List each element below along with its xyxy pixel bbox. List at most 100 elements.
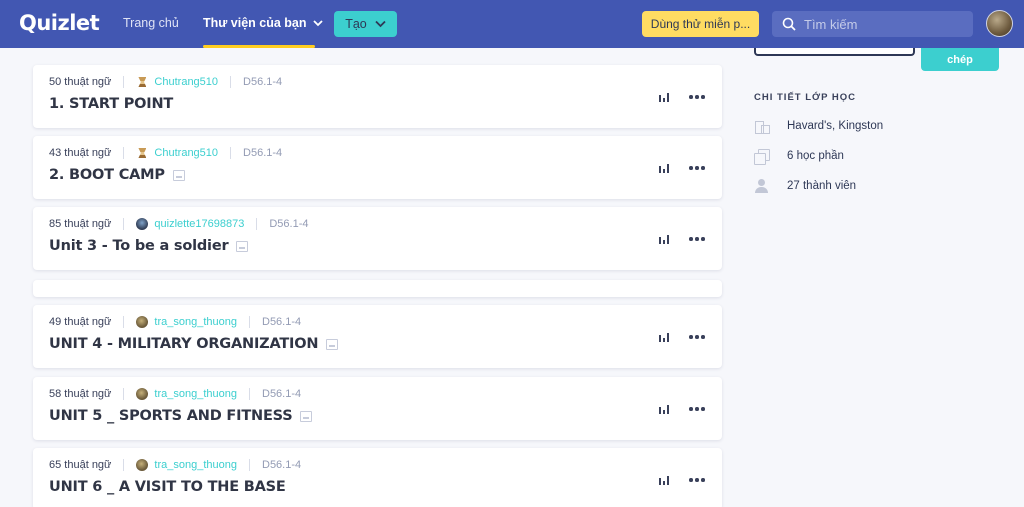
creator-username: quizlette17698873 [154, 218, 245, 230]
class-name: D56.1-4 [243, 76, 283, 88]
chevron-down-icon [312, 20, 323, 27]
creator-link[interactable]: tra_song_thuong [136, 459, 237, 471]
nav-home-link[interactable]: Trang chủ [123, 16, 179, 30]
more-options-icon[interactable] [689, 95, 705, 99]
creator-link[interactable]: Chutrang510 [136, 147, 218, 159]
top-navigation-bar: Quizlet Trang chủ Thư viện của bạn Tạo D… [0, 0, 1024, 48]
creator-avatar [136, 218, 149, 230]
more-options-icon[interactable] [689, 335, 705, 339]
stats-icon[interactable] [659, 332, 671, 342]
free-trial-button[interactable]: Dùng thử miễn p... [642, 11, 759, 37]
creator-avatar [136, 76, 149, 88]
active-tab-indicator [203, 45, 315, 48]
stats-icon[interactable] [659, 163, 671, 173]
term-count: 85 thuật ngữ [49, 218, 112, 230]
divider [123, 147, 125, 159]
creator-avatar [136, 388, 149, 400]
creator-link[interactable]: tra_song_thuong [136, 316, 237, 328]
study-set-meta: 50 thuật ngữ Chutrang510 D56.1-4 [49, 76, 282, 88]
members-count-text: 27 thành viên [787, 180, 857, 192]
copy-link-input[interactable] [754, 48, 915, 56]
more-options-icon[interactable] [689, 407, 705, 411]
study-set-title[interactable]: UNIT 6 _ A VISIT TO THE BASE [49, 479, 286, 495]
divider [249, 459, 250, 471]
image-icon [236, 240, 249, 252]
empty-card [33, 280, 722, 297]
more-options-icon[interactable] [689, 478, 705, 482]
study-set-card[interactable]: 65 thuật ngữ tra_song_thuong D56.1-4 UNIT 6… [33, 448, 722, 507]
divider [249, 316, 250, 328]
study-set-title-text: 2. BOOT CAMP [49, 167, 165, 183]
study-set-meta: 85 thuật ngữ quizlette17698873 D56.1-4 [49, 218, 308, 230]
study-set-title-text: 1. START POINT [49, 96, 174, 112]
study-set-card[interactable]: 49 thuật ngữ tra_song_thuong D56.1-4 UNIT 4… [33, 305, 722, 368]
study-set-card[interactable]: 58 thuật ngữ tra_song_thuong D56.1-4 UNIT 5… [33, 377, 722, 440]
study-set-card[interactable]: 50 thuật ngữ Chutrang510 D56.1-4 1. START P… [33, 65, 722, 128]
create-button-label: Tạo [345, 17, 367, 31]
sets-count-text: 6 học phần [787, 150, 844, 162]
term-count: 65 thuật ngữ [49, 459, 112, 471]
divider [123, 218, 125, 230]
divider [123, 388, 125, 400]
stats-icon[interactable] [659, 404, 671, 414]
class-members: 27 thành viên [754, 179, 856, 193]
quizlet-logo[interactable]: Quizlet [19, 11, 100, 35]
study-sets-icon [754, 149, 770, 165]
image-icon [326, 338, 339, 350]
creator-username: Chutrang510 [154, 147, 219, 159]
term-count: 49 thuật ngữ [49, 316, 112, 328]
study-set-title-text: UNIT 6 _ A VISIT TO THE BASE [49, 479, 286, 495]
divider [256, 218, 258, 230]
term-count: 50 thuật ngữ [49, 76, 112, 88]
creator-username: tra_song_thuong [154, 316, 237, 328]
study-set-title-text: Unit 3 - To be a soldier [49, 238, 229, 254]
study-set-title[interactable]: Unit 3 - To be a soldier [49, 238, 249, 254]
more-options-icon[interactable] [689, 166, 705, 170]
class-name: D56.1-4 [243, 147, 283, 159]
study-set-card[interactable]: 85 thuật ngữ quizlette17698873 D56.1-4 Unit… [33, 207, 722, 270]
class-school: Havard's, Kingston [754, 119, 884, 134]
study-set-card[interactable]: 43 thuật ngữ Chutrang510 D56.1-4 2. BOOT CA… [33, 136, 722, 199]
divider [230, 76, 232, 88]
study-set-title[interactable]: UNIT 4 - MILITARY ORGANIZATION [49, 336, 339, 352]
study-set-meta: 43 thuật ngữ Chutrang510 D56.1-4 [49, 147, 282, 159]
class-name: D56.1-4 [262, 316, 302, 328]
copy-button[interactable]: chép [921, 48, 999, 71]
stats-icon[interactable] [659, 475, 671, 485]
class-details-heading: CHI TIẾT LỚP HỌC [754, 92, 857, 103]
creator-avatar [136, 459, 149, 471]
image-icon [300, 410, 313, 422]
school-name: Havard's, Kingston [787, 120, 884, 132]
class-name: D56.1-4 [262, 388, 302, 400]
stats-icon[interactable] [659, 234, 671, 244]
study-set-title[interactable]: UNIT 5 _ SPORTS AND FITNESS [49, 408, 313, 424]
search-input[interactable] [804, 16, 964, 32]
user-avatar[interactable] [986, 10, 1013, 37]
creator-avatar [136, 316, 149, 328]
class-name: D56.1-4 [262, 459, 302, 471]
class-sets-count: 6 học phần [754, 149, 844, 165]
class-name: D56.1-4 [269, 218, 309, 230]
term-count: 43 thuật ngữ [49, 147, 112, 159]
chevron-down-icon [375, 20, 386, 28]
study-set-title-text: UNIT 4 - MILITARY ORGANIZATION [49, 336, 319, 352]
create-button[interactable]: Tạo [334, 11, 397, 37]
study-set-meta: 49 thuật ngữ tra_song_thuong D56.1-4 [49, 316, 301, 328]
creator-link[interactable]: tra_song_thuong [136, 388, 237, 400]
study-set-meta: 65 thuật ngữ tra_song_thuong D56.1-4 [49, 459, 301, 471]
search-icon [782, 17, 796, 31]
study-set-meta: 58 thuật ngữ tra_song_thuong D56.1-4 [49, 388, 301, 400]
creator-avatar [136, 147, 149, 159]
more-options-icon[interactable] [689, 237, 705, 241]
creator-link[interactable]: Chutrang510 [136, 76, 218, 88]
search-box[interactable] [772, 11, 973, 37]
nav-library-dropdown[interactable]: Thư viện của bạn [203, 16, 323, 30]
creator-link[interactable]: quizlette17698873 [136, 218, 244, 230]
study-set-title[interactable]: 2. BOOT CAMP [49, 167, 185, 183]
study-set-title[interactable]: 1. START POINT [49, 96, 173, 112]
divider [123, 316, 125, 328]
study-set-title-text: UNIT 5 _ SPORTS AND FITNESS [49, 408, 293, 424]
divider [123, 76, 125, 88]
divider [249, 388, 250, 400]
stats-icon[interactable] [659, 92, 671, 102]
